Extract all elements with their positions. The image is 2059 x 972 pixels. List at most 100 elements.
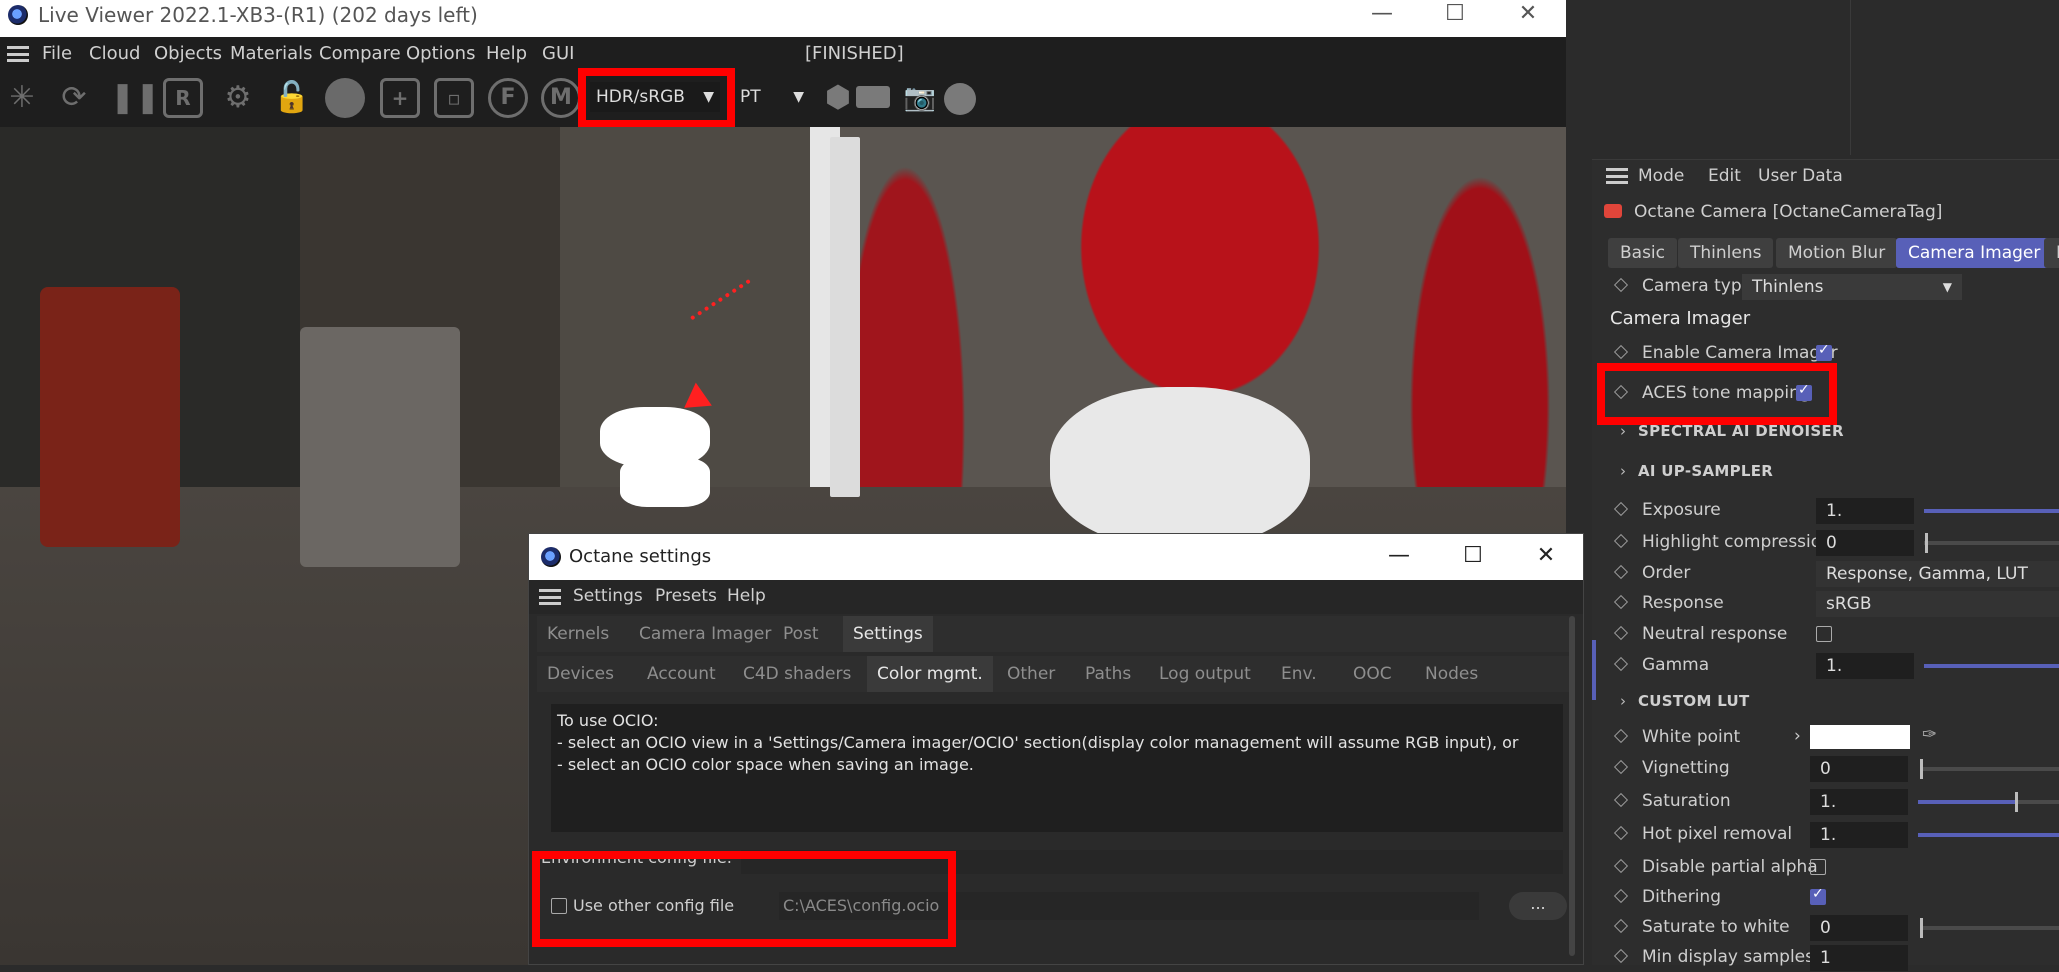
menu-help[interactable]: Help — [486, 43, 527, 64]
tab-nodes[interactable]: Nodes — [1415, 656, 1488, 692]
tab-c4d-shaders[interactable]: C4D shaders — [733, 656, 861, 692]
browse-button[interactable]: ... — [1509, 892, 1567, 920]
minimize-button[interactable]: — — [1369, 542, 1429, 572]
material-picker-icon[interactable]: M — [541, 78, 581, 118]
tab-more[interactable]: P — [2044, 238, 2059, 268]
use-other-config-checkbox[interactable] — [551, 898, 567, 914]
exposure-slider[interactable] — [1924, 509, 2059, 513]
menu-gui[interactable]: GUI — [542, 43, 574, 64]
hot-pixel-slider[interactable] — [1918, 833, 2059, 837]
menu-options[interactable]: Options — [406, 43, 475, 64]
add-node-icon[interactable]: + — [380, 78, 420, 118]
keyframe-diamond-icon[interactable] — [1613, 825, 1629, 841]
saturation-field[interactable]: 1. — [1810, 789, 1908, 815]
minimize-button[interactable]: — — [1352, 0, 1412, 30]
keyframe-diamond-icon[interactable] — [1613, 888, 1629, 904]
menu-cloud[interactable]: Cloud — [89, 43, 140, 64]
tab-thinlens[interactable]: Thinlens — [1678, 238, 1774, 268]
menu-settings[interactable]: Settings — [573, 586, 643, 606]
keyframe-diamond-icon[interactable] — [1613, 656, 1629, 672]
camera-type-select[interactable]: Thinlens ▼ — [1742, 274, 1962, 300]
tab-basic[interactable]: Basic — [1608, 238, 1678, 268]
white-point-swatch[interactable] — [1810, 725, 1910, 749]
gamma-slider[interactable] — [1924, 664, 2059, 668]
exposure-field[interactable]: 1. — [1816, 498, 1914, 524]
maximize-button[interactable]: ☐ — [1425, 0, 1485, 30]
vignetting-field[interactable]: 0 — [1810, 756, 1908, 782]
slider-knob[interactable] — [1920, 759, 1923, 779]
tab-log-output[interactable]: Log output — [1149, 656, 1261, 692]
config-path-field[interactable]: C:\ACES\config.ocio — [779, 892, 1479, 920]
tab-color-mgmt[interactable]: Color mgmt. — [867, 656, 993, 692]
menu-edit[interactable]: Edit — [1708, 166, 1741, 186]
menu-compare[interactable]: Compare — [319, 43, 401, 64]
color-mode-select[interactable]: HDR/sRGB ▼ — [590, 82, 720, 112]
tab-camera-imager[interactable]: Camera Imager — [1896, 238, 2053, 268]
saturate-white-slider[interactable] — [1920, 926, 2059, 930]
hexagon-icon[interactable]: ⬢ — [818, 78, 858, 118]
menu-presets[interactable]: Presets — [655, 586, 717, 606]
maximize-button[interactable]: ☐ — [1443, 542, 1503, 572]
saturate-white-field[interactable]: 0 — [1810, 915, 1908, 941]
menu-objects[interactable]: Objects — [154, 43, 222, 64]
tab-ooc[interactable]: OOC — [1343, 656, 1402, 692]
hot-pixel-field[interactable]: 1. — [1810, 822, 1908, 848]
region-render-icon[interactable]: R — [163, 78, 203, 118]
menu-file[interactable]: File — [42, 43, 72, 64]
tab-settings[interactable]: Settings — [843, 616, 933, 652]
min-display-samples-field[interactable]: 1 — [1810, 945, 1908, 971]
dithering-checkbox[interactable] — [1810, 886, 1826, 905]
keyframe-diamond-icon[interactable] — [1613, 533, 1629, 549]
pause-icon[interactable]: ❚❚ — [110, 78, 160, 118]
vignetting-slider[interactable] — [1920, 767, 2059, 771]
menu-help[interactable]: Help — [727, 586, 766, 606]
dialog-scrollbar[interactable] — [1569, 616, 1575, 956]
menu-mode[interactable]: Mode — [1638, 166, 1684, 186]
menu-user-data[interactable]: User Data — [1758, 166, 1843, 186]
slider-knob[interactable] — [1925, 533, 1928, 553]
keyframe-diamond-icon[interactable] — [1613, 625, 1629, 641]
close-button[interactable]: ✕ — [1498, 0, 1558, 30]
tab-paths[interactable]: Paths — [1075, 656, 1141, 692]
environment-config-field[interactable] — [741, 850, 1563, 874]
keyframe-diamond-icon[interactable] — [1613, 759, 1629, 775]
subtract-node-icon[interactable]: ▫ — [434, 78, 474, 118]
focus-picker-icon[interactable]: F — [488, 78, 528, 118]
response-select[interactable]: sRGB — [1816, 591, 2059, 617]
tab-devices[interactable]: Devices — [537, 656, 624, 692]
hamburger-menu-icon[interactable] — [539, 589, 561, 605]
menu-materials[interactable]: Materials — [230, 43, 313, 64]
keyframe-diamond-icon[interactable] — [1613, 858, 1629, 874]
upsampler-section[interactable]: › AI UP-SAMPLER — [1620, 462, 1773, 480]
saturation-slider[interactable] — [1918, 800, 2016, 804]
eyedropper-icon[interactable]: ✑ — [1922, 724, 1937, 745]
highlight-compression-field[interactable]: 0 — [1816, 530, 1914, 556]
circle-icon[interactable] — [944, 83, 976, 115]
aces-checkbox[interactable] — [1796, 382, 1812, 401]
kernel-select[interactable]: PT ▼ — [734, 82, 810, 112]
tab-camera-imager[interactable]: Camera Imager — [629, 616, 781, 652]
camera-icon[interactable]: 📷 — [900, 78, 940, 118]
slider-knob[interactable] — [1920, 918, 1923, 938]
tab-account[interactable]: Account — [637, 656, 726, 692]
hamburger-menu-icon[interactable] — [1606, 168, 1628, 184]
neutral-response-checkbox[interactable] — [1816, 626, 1832, 642]
order-select[interactable]: Response, Gamma, LUT — [1816, 561, 2059, 587]
disable-alpha-checkbox[interactable] — [1810, 859, 1826, 875]
slider-knob[interactable] — [2015, 792, 2018, 812]
spectral-denoiser-section[interactable]: › SPECTRAL AI DENOISER — [1620, 422, 1844, 440]
highlight-compression-slider[interactable] — [1924, 541, 2059, 545]
tab-env[interactable]: Env. — [1271, 656, 1327, 692]
tab-motion-blur[interactable]: Motion Blur — [1776, 238, 1898, 268]
lock-icon[interactable]: 🔓 — [272, 78, 312, 118]
keyframe-diamond-icon[interactable] — [1613, 918, 1629, 934]
hamburger-menu-icon[interactable] — [7, 46, 29, 62]
keyframe-diamond-icon[interactable] — [1613, 792, 1629, 808]
chevron-right-icon[interactable]: › — [1794, 726, 1801, 746]
keyframe-diamond-icon[interactable] — [1613, 277, 1629, 293]
gamma-field[interactable]: 1. — [1816, 653, 1914, 679]
tab-other[interactable]: Other — [997, 656, 1065, 692]
tab-post[interactable]: Post — [773, 616, 829, 652]
keyframe-diamond-icon[interactable] — [1613, 728, 1629, 744]
restart-render-icon[interactable]: ⟳ — [54, 78, 94, 118]
